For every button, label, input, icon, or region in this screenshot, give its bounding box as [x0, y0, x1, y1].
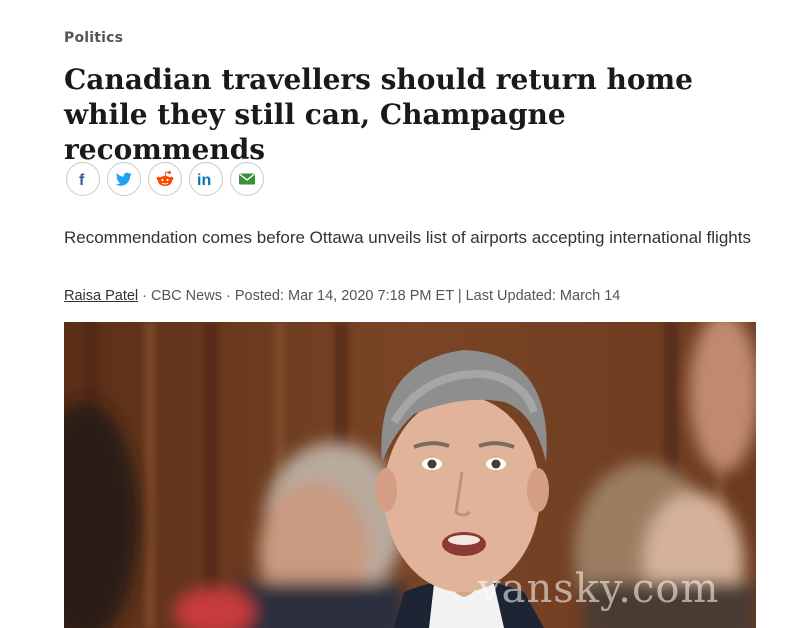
share-twitter-button[interactable] [107, 162, 141, 196]
article-dek: Recommendation comes before Ottawa unvei… [64, 228, 751, 247]
watermark-text: vansky.com [478, 566, 720, 612]
share-email-button[interactable] [230, 162, 264, 196]
share-bar: f in [66, 162, 264, 196]
share-facebook-button[interactable]: f [66, 162, 100, 196]
article-headline: Canadian travellers should return home w… [64, 63, 693, 166]
share-reddit-button[interactable] [148, 162, 182, 196]
byline-meta: · CBC News · Posted: Mar 14, 2020 7:18 P… [138, 288, 621, 304]
svg-text:in: in [197, 172, 211, 187]
reddit-icon [155, 170, 175, 188]
author-link[interactable]: Raisa Patel [64, 288, 138, 304]
category-label[interactable]: Politics [64, 30, 123, 46]
facebook-icon: f [75, 171, 91, 187]
linkedin-icon: in [196, 171, 216, 187]
twitter-icon [115, 171, 133, 187]
svg-text:f: f [79, 172, 85, 187]
byline: Raisa Patel · CBC News · Posted: Mar 14,… [64, 288, 620, 304]
email-icon [238, 172, 256, 186]
share-linkedin-button[interactable]: in [189, 162, 223, 196]
